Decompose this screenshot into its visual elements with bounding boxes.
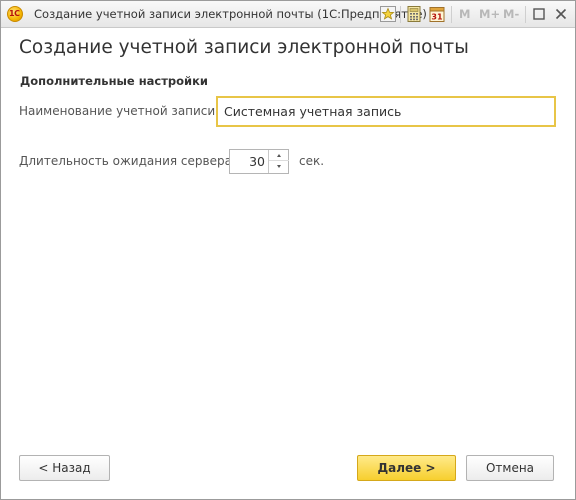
cancel-button[interactable]: Отмена	[466, 455, 554, 481]
stepper-down-button[interactable]	[269, 161, 289, 172]
memory-plus-button[interactable]: M+	[479, 7, 500, 21]
page-title: Создание учетной записи электронной почт…	[19, 37, 469, 58]
toolbar-separator	[451, 6, 452, 23]
title-bar: 1С Создание учетной записи электронной п…	[1, 1, 575, 28]
window-title: Создание учетной записи электронной почт…	[34, 7, 427, 21]
account-name-field[interactable]	[216, 96, 556, 127]
arrow-down-icon	[277, 165, 281, 168]
close-icon[interactable]	[552, 5, 570, 23]
section-title: Дополнительные настройки	[20, 74, 208, 88]
toolbar-separator	[400, 6, 401, 23]
memory-m-button[interactable]: M	[459, 7, 470, 21]
calculator-icon[interactable]	[405, 5, 423, 23]
toolbar-separator	[525, 6, 526, 23]
account-name-label: Наименование учетной записи:	[19, 104, 220, 118]
calendar-icon[interactable]: 31	[428, 5, 446, 23]
timeout-label: Длительность ожидания сервера:	[19, 154, 236, 168]
next-button[interactable]: Далее >	[357, 455, 456, 481]
stepper-up-button[interactable]	[269, 150, 289, 161]
timeout-unit: сек.	[299, 154, 325, 168]
back-button[interactable]: < Назад	[19, 455, 110, 481]
logo-text: 1С	[9, 9, 20, 18]
app-logo-icon[interactable]: 1С	[7, 6, 23, 22]
calendar-day-text: 31	[431, 13, 443, 22]
arrow-up-icon	[277, 153, 281, 157]
favorites-star-icon[interactable]	[379, 5, 397, 23]
maximize-icon[interactable]	[530, 5, 548, 23]
memory-minus-button[interactable]: M-	[503, 7, 519, 21]
timeout-stepper[interactable]	[229, 149, 289, 174]
dialog-window: 1С Создание учетной записи электронной п…	[0, 0, 576, 500]
stepper-buttons	[268, 150, 289, 173]
timeout-input[interactable]	[230, 150, 268, 173]
